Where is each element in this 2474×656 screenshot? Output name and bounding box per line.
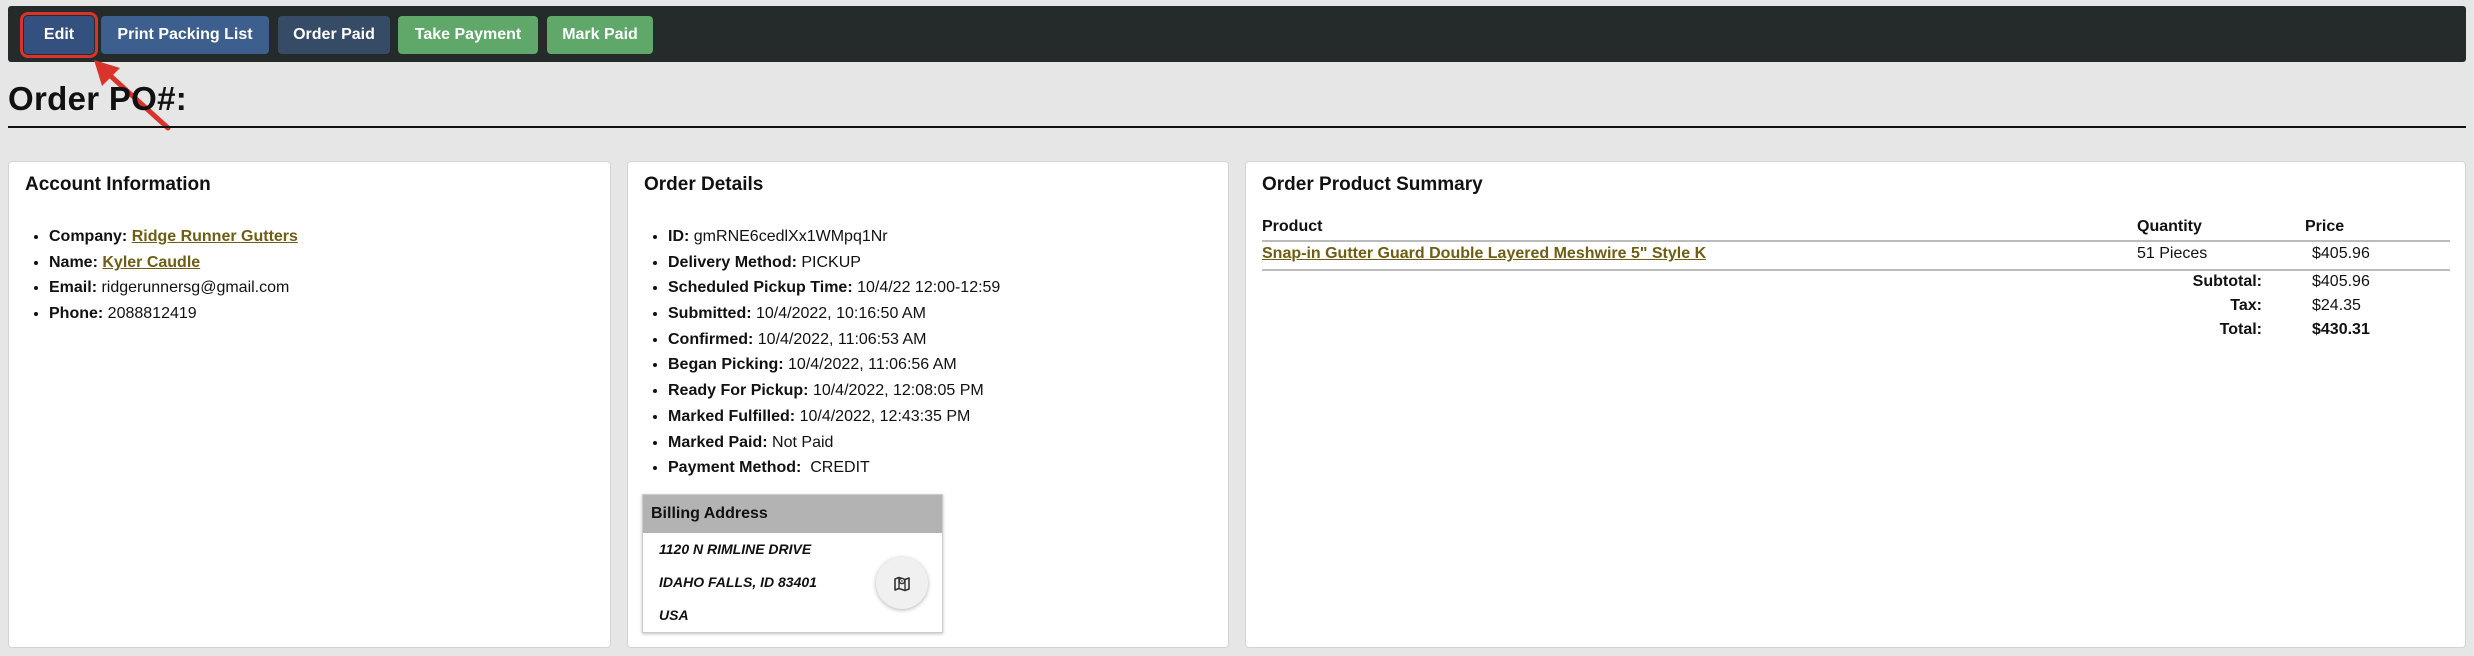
order-field-value: 10/4/2022, 12:08:05 PM — [812, 382, 984, 400]
order-product-summary-heading: Order Product Summary — [1262, 174, 1483, 195]
order-field-value: gmRNE6cedlXx1WMpq1Nr — [693, 228, 888, 245]
order-details-card: Order Details ID: gmRNE6cedlXx1WMpq1Nr D… — [627, 161, 1229, 648]
order-field-label: Payment Method: — [668, 459, 802, 477]
account-information-heading: Account Information — [25, 174, 211, 195]
product-quantity: 51 Pieces — [2137, 245, 2208, 262]
account-email: Email: ridgerunnersg@gmail.com — [49, 275, 298, 301]
order-field-label: Submitted: — [668, 305, 752, 323]
company-label: Company: — [49, 228, 128, 245]
order-field-label: Delivery Method: — [668, 253, 797, 271]
column-header-product: Product — [1262, 218, 1323, 235]
take-payment-button[interactable]: Take Payment — [398, 16, 538, 54]
order-field-label: Marked Paid: — [668, 433, 768, 451]
account-company: Company: Ridge Runner Gutters — [49, 224, 298, 250]
tax-label: Tax: — [2230, 297, 2262, 314]
map-icon — [894, 576, 910, 592]
map-button[interactable] — [876, 557, 928, 609]
order-field-label: ID: — [668, 228, 690, 245]
order-field-value: CREDIT — [810, 459, 870, 477]
print-packing-list-button[interactable]: Print Packing List — [101, 16, 269, 54]
order-field: Payment Method: CREDIT — [668, 455, 1000, 481]
order-field-label: Marked Fulfilled: — [668, 407, 796, 425]
column-header-quantity: Quantity — [2137, 218, 2202, 235]
billing-address-line2: IDAHO FALLS, ID 83401 — [659, 574, 817, 590]
order-field-value: 10/4/22 12:00-12:59 — [857, 279, 1001, 297]
header-divider — [1262, 240, 2450, 242]
tax-value: $24.35 — [2312, 297, 2361, 314]
email-label: Email: — [49, 279, 98, 297]
order-field-value: PICKUP — [801, 253, 861, 271]
mark-paid-button[interactable]: Mark Paid — [547, 16, 653, 54]
order-field-value: 10/4/2022, 11:06:56 AM — [788, 356, 957, 374]
action-toolbar: Edit Print Packing List Order Paid Take … — [8, 6, 2466, 62]
order-field-value: 10/4/2022, 11:06:53 AM — [757, 330, 927, 348]
order-field: Marked Fulfilled: 10/4/2022, 12:43:35 PM — [668, 404, 1000, 430]
order-field: ID: gmRNE6cedlXx1WMpq1Nr — [668, 224, 1000, 250]
order-fields: ID: gmRNE6cedlXx1WMpq1Nr Delivery Method… — [668, 224, 1000, 481]
order-field: Confirmed: 10/4/2022, 11:06:53 AM — [668, 327, 1000, 353]
order-field-label: Began Picking: — [668, 356, 784, 374]
order-field-value: Not Paid — [772, 433, 834, 451]
billing-address-line1: 1120 N RIMLINE DRIVE — [659, 541, 812, 557]
account-name: Name: Kyler Caudle — [49, 250, 298, 276]
account-information-card: Account Information Company: Ridge Runne… — [8, 161, 611, 648]
order-field-label: Confirmed: — [668, 330, 754, 348]
order-field: Marked Paid: Not Paid — [668, 430, 1000, 456]
phone-value: 2088812419 — [107, 305, 197, 323]
subtotal-value: $405.96 — [2312, 273, 2370, 290]
title-divider — [8, 126, 2466, 128]
product-price: $405.96 — [2312, 245, 2370, 262]
order-details-heading: Order Details — [644, 174, 764, 195]
order-product-summary-card: Order Product Summary Product Quantity P… — [1245, 161, 2466, 648]
order-field: Scheduled Pickup Time: 10/4/22 12:00-12:… — [668, 275, 1000, 301]
billing-address-card: Billing Address 1120 N RIMLINE DRIVE IDA… — [642, 494, 943, 633]
order-field: Submitted: 10/4/2022, 10:16:50 AM — [668, 301, 1000, 327]
billing-address-heading: Billing Address — [643, 495, 942, 533]
order-field: Delivery Method: PICKUP — [668, 250, 1000, 276]
subtotal-label: Subtotal: — [2192, 273, 2262, 290]
column-header-price: Price — [2305, 218, 2345, 235]
order-field: Began Picking: 10/4/2022, 11:06:56 AM — [668, 352, 1000, 378]
account-fields: Company: Ridge Runner Gutters Name: Kyle… — [49, 224, 298, 327]
order-field-value: 10/4/2022, 10:16:50 AM — [756, 305, 926, 323]
account-phone: Phone: 2088812419 — [49, 301, 298, 327]
product-link[interactable]: Snap-in Gutter Guard Double Layered Mesh… — [1262, 245, 1706, 263]
company-link[interactable]: Ridge Runner Gutters — [132, 228, 298, 245]
phone-label: Phone: — [49, 305, 104, 323]
order-field-label: Scheduled Pickup Time: — [668, 279, 853, 297]
row-divider — [1262, 269, 2450, 271]
name-label: Name: — [49, 253, 98, 271]
email-value: ridgerunnersg@gmail.com — [101, 279, 290, 297]
order-field-value: 10/4/2022, 12:43:35 PM — [799, 407, 971, 425]
total-value: $430.31 — [2312, 321, 2370, 338]
edit-button[interactable]: Edit — [20, 12, 98, 58]
page-title: Order PO#: — [8, 80, 188, 117]
billing-address-country: USA — [659, 607, 689, 623]
name-link[interactable]: Kyler Caudle — [102, 254, 200, 271]
order-field-label: Ready For Pickup: — [668, 382, 809, 400]
total-label: Total: — [2219, 321, 2262, 338]
order-paid-button[interactable]: Order Paid — [278, 16, 390, 54]
order-field: Ready For Pickup: 10/4/2022, 12:08:05 PM — [668, 378, 1000, 404]
